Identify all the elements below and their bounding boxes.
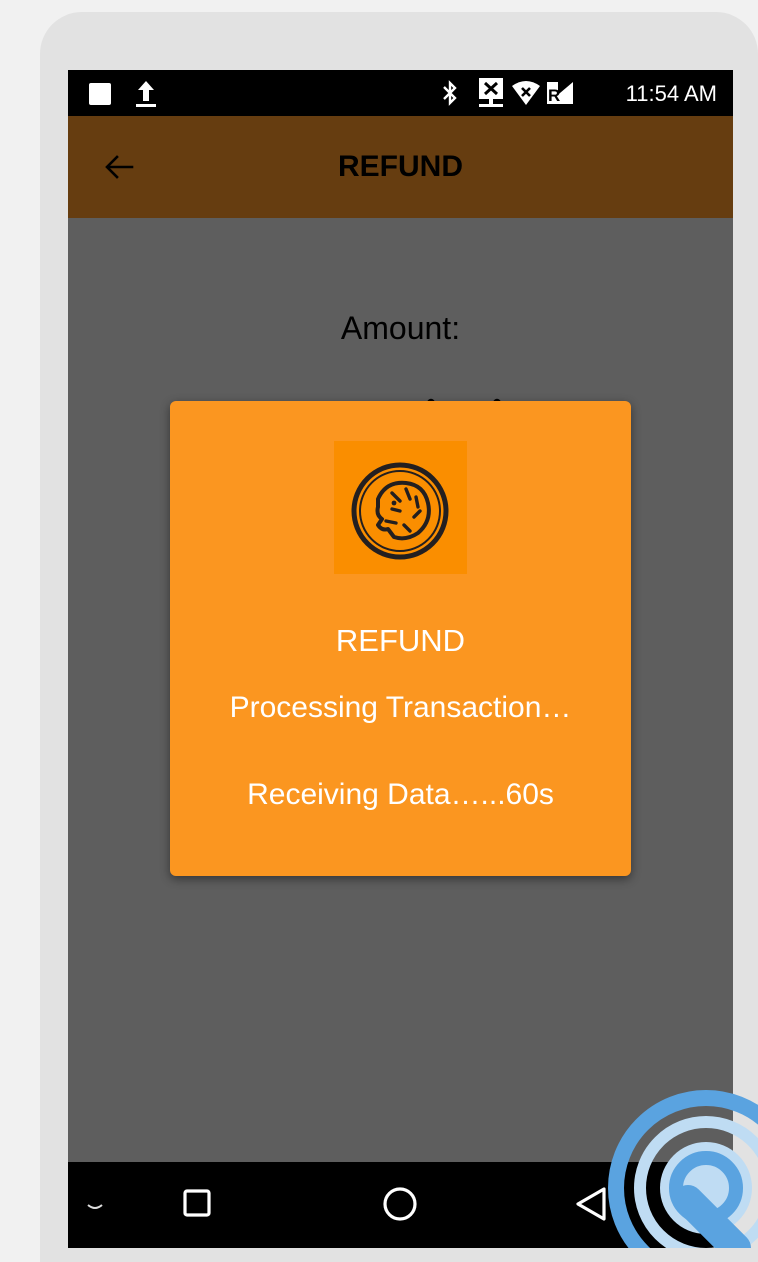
dialog-message: Processing Transaction… xyxy=(229,691,572,724)
touch-indicator-icon xyxy=(608,1090,758,1248)
dialog-countdown: Receiving Data…...60s xyxy=(247,778,554,811)
status-time: 11:54 AM xyxy=(625,81,717,106)
page-title: REFUND xyxy=(338,150,463,183)
dialog-title: REFUND xyxy=(335,623,466,658)
upload-icon xyxy=(136,81,156,107)
bluetooth-icon xyxy=(443,80,457,106)
processing-dialog: REFUND Processing Transaction… Receiving… xyxy=(170,401,631,876)
app-bar: REFUND xyxy=(68,116,733,218)
signal-icon: R xyxy=(547,82,573,105)
network-icon xyxy=(479,78,503,107)
status-bar: R 11:54 AM xyxy=(68,70,733,116)
tiger-logo-icon xyxy=(351,462,449,560)
notification-square-icon xyxy=(89,83,111,105)
keyboard-hide-icon[interactable] xyxy=(86,1202,104,1212)
home-icon[interactable] xyxy=(382,1186,418,1222)
logo-box xyxy=(334,441,467,574)
recent-apps-icon[interactable] xyxy=(182,1188,212,1218)
wifi-icon xyxy=(512,81,540,105)
svg-text:R: R xyxy=(548,86,560,105)
amount-label: Amount: xyxy=(340,310,461,346)
